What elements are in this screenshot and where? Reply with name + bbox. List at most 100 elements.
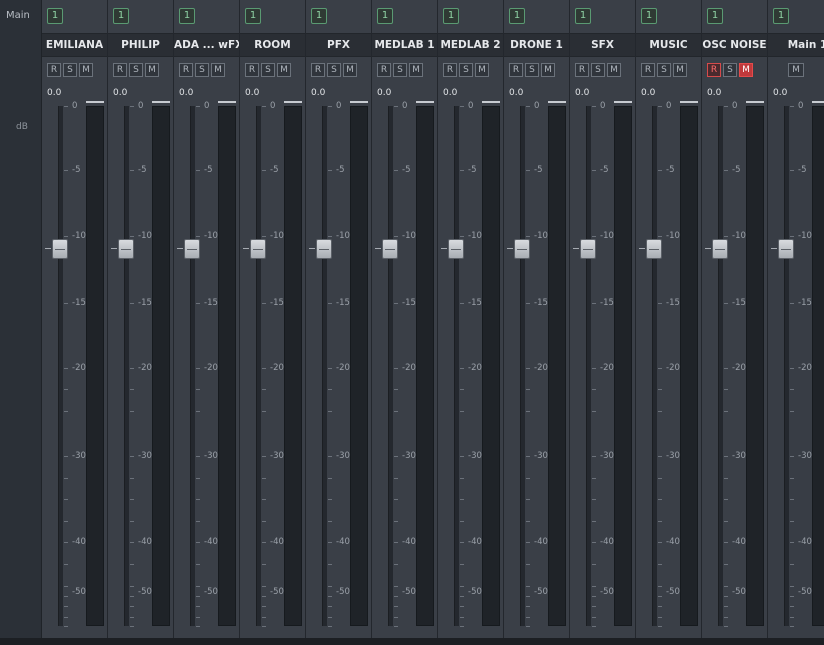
track-name[interactable]: EMILIANA — [42, 34, 107, 56]
scale-label: -10 — [600, 231, 614, 241]
fader-track[interactable] — [190, 106, 195, 626]
fader-unity-marker — [45, 248, 51, 249]
scale-label: -50 — [270, 587, 284, 597]
scale-minor-tick — [790, 456, 794, 457]
solo-button[interactable]: S — [525, 63, 539, 77]
solo-button[interactable]: S — [393, 63, 407, 77]
input-routing-badge[interactable]: 1 — [575, 8, 591, 24]
input-routing-badge[interactable]: 1 — [179, 8, 195, 24]
mute-button[interactable]: M — [475, 63, 489, 77]
solo-button[interactable]: S — [723, 63, 737, 77]
fader-track[interactable] — [322, 106, 327, 626]
fader-track[interactable] — [388, 106, 393, 626]
fader-track[interactable] — [520, 106, 525, 626]
input-routing-badge[interactable]: 1 — [311, 8, 327, 24]
scale-minor-tick — [658, 564, 662, 565]
fader-track[interactable] — [58, 106, 63, 626]
scale-minor-tick — [460, 542, 464, 543]
record-arm-button[interactable]: R — [641, 63, 655, 77]
fader-track[interactable] — [718, 106, 723, 626]
scale-minor-tick — [592, 456, 596, 457]
track-name[interactable]: MUSIC — [636, 34, 701, 56]
rsm-button-group: RSM — [47, 63, 95, 79]
mute-button[interactable]: M — [739, 63, 753, 77]
scale-minor-tick — [130, 411, 134, 412]
solo-button[interactable]: S — [459, 63, 473, 77]
fader-track[interactable] — [256, 106, 261, 626]
solo-button[interactable]: S — [657, 63, 671, 77]
mute-button[interactable]: M — [211, 63, 225, 77]
record-arm-button[interactable]: R — [575, 63, 589, 77]
solo-button[interactable]: S — [591, 63, 605, 77]
input-routing-badge[interactable]: 1 — [245, 8, 261, 24]
track-name[interactable]: PFX — [306, 34, 371, 56]
record-arm-button[interactable]: R — [47, 63, 61, 77]
mute-button[interactable]: M — [277, 63, 291, 77]
track-name[interactable]: SFX — [570, 34, 635, 56]
record-arm-button[interactable]: R — [311, 63, 325, 77]
track-name[interactable]: ADA ... wFX — [174, 34, 239, 56]
record-arm-button[interactable]: R — [509, 63, 523, 77]
record-arm-button[interactable]: R — [245, 63, 259, 77]
channel-strip: 1 PHILIP R S M 0.0 0 -5 -10 -15 -20 -30 -40 -50 — [108, 0, 174, 638]
input-routing-badge[interactable]: 1 — [443, 8, 459, 24]
mute-button[interactable]: M — [541, 63, 555, 77]
input-routing-badge[interactable]: 1 — [113, 8, 129, 24]
mute-button[interactable]: M — [145, 63, 159, 77]
scale-minor-tick — [130, 499, 134, 500]
record-arm-button[interactable]: R — [179, 63, 193, 77]
mute-button[interactable]: M — [673, 63, 687, 77]
scale-minor-tick — [328, 606, 332, 607]
scale-label: -40 — [72, 537, 86, 547]
scale-minor-tick — [196, 596, 200, 597]
fader-track[interactable] — [586, 106, 591, 626]
fader-track[interactable] — [124, 106, 129, 626]
meter-peak-hold — [746, 101, 764, 103]
level-meter — [218, 106, 236, 626]
channel-strip: 1 MEDLAB 2 R S M 0.0 0 -5 -10 -15 -20 -30 -40 -50 — [438, 0, 504, 638]
mute-button[interactable]: M — [79, 63, 93, 77]
input-routing-badge[interactable]: 1 — [509, 8, 525, 24]
solo-button[interactable]: S — [63, 63, 77, 77]
mute-button[interactable]: M — [343, 63, 357, 77]
track-name[interactable]: Main 1 — [768, 34, 824, 56]
track-name[interactable]: MEDLAB 1 — [372, 34, 437, 56]
scale-minor-tick — [130, 303, 134, 304]
scale-minor-tick — [64, 606, 68, 607]
scale-minor-tick — [460, 617, 464, 618]
fader-track[interactable] — [652, 106, 657, 626]
scale-label: 0 — [402, 101, 408, 111]
scale-label: -10 — [270, 231, 284, 241]
scale-minor-tick — [196, 617, 200, 618]
input-routing-badge[interactable]: 1 — [47, 8, 63, 24]
track-name[interactable]: ROOM — [240, 34, 305, 56]
solo-button[interactable]: S — [261, 63, 275, 77]
mute-button[interactable]: M — [607, 63, 621, 77]
solo-button[interactable]: S — [195, 63, 209, 77]
track-name[interactable]: MEDLAB 2 — [438, 34, 503, 56]
main-bus-label: Main — [6, 10, 30, 21]
record-arm-button[interactable]: R — [113, 63, 127, 77]
input-routing-badge[interactable]: 1 — [641, 8, 657, 24]
solo-button[interactable]: S — [327, 63, 341, 77]
fader-track[interactable] — [454, 106, 459, 626]
input-routing-badge[interactable]: 1 — [773, 8, 789, 24]
track-name[interactable]: PHILIP — [108, 34, 173, 56]
scale-minor-tick — [196, 303, 200, 304]
track-name[interactable]: OSC NOISE — [702, 34, 767, 56]
mute-button[interactable]: M — [788, 63, 804, 77]
scale-minor-tick — [526, 596, 530, 597]
input-routing-badge[interactable]: 1 — [707, 8, 723, 24]
scale-minor-tick — [526, 626, 530, 627]
track-name[interactable]: DRONE 1 — [504, 34, 569, 56]
fader-track[interactable] — [784, 106, 789, 626]
record-arm-button[interactable]: R — [707, 63, 721, 77]
scale-minor-tick — [328, 456, 332, 457]
input-routing-badge[interactable]: 1 — [377, 8, 393, 24]
record-arm-button[interactable]: R — [443, 63, 457, 77]
mute-button[interactable]: M — [409, 63, 423, 77]
record-arm-button[interactable]: R — [377, 63, 391, 77]
scale-minor-tick — [64, 236, 68, 237]
level-meter — [416, 106, 434, 626]
solo-button[interactable]: S — [129, 63, 143, 77]
